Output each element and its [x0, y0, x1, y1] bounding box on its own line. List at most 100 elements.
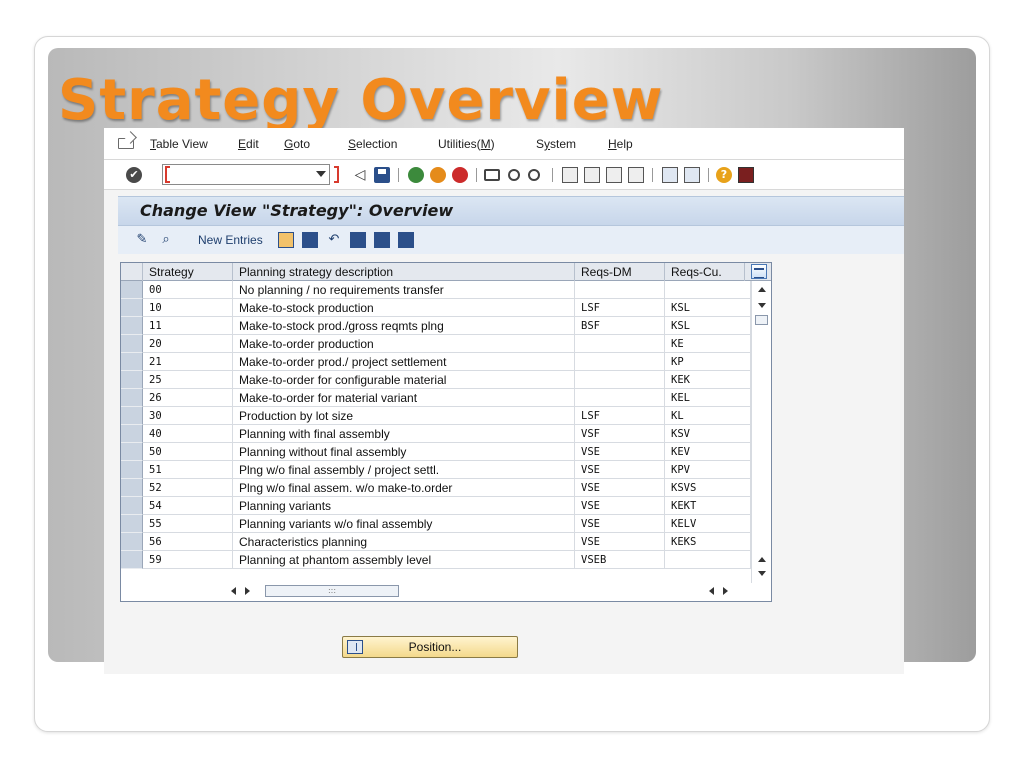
select-block-icon[interactable] — [374, 232, 390, 248]
row-selector[interactable] — [121, 533, 143, 551]
menu-selection[interactable]: Selection — [348, 137, 397, 151]
menu-edit[interactable]: Edit — [238, 137, 259, 151]
position-button[interactable]: Position... — [342, 636, 518, 658]
table-row[interactable]: 20 Make-to-order production KE — [121, 335, 751, 353]
table-row[interactable]: 26 Make-to-order for material variant KEL — [121, 389, 751, 407]
chevron-down-icon[interactable] — [316, 171, 326, 177]
cell-description: Make-to-stock prod./gross reqmts plng — [233, 317, 575, 335]
cell-reqs-cu: KSL — [665, 317, 751, 335]
row-selector[interactable] — [121, 407, 143, 425]
row-selector[interactable] — [121, 497, 143, 515]
scroll-up-icon[interactable] — [758, 557, 766, 562]
table-row[interactable]: 11 Make-to-stock prod./gross reqmts plng B… — [121, 317, 751, 335]
cell-reqs-dm — [575, 353, 665, 371]
table-row[interactable]: 30 Production by lot size LSF KL — [121, 407, 751, 425]
row-selector[interactable] — [121, 551, 143, 569]
table-row[interactable]: 25 Make-to-order for configurable materia… — [121, 371, 751, 389]
edit-toggle-icon[interactable]: ✎ — [134, 232, 150, 248]
horizontal-scrollbar[interactable]: ::: — [231, 584, 431, 598]
scroll-right-icon[interactable] — [723, 587, 728, 595]
cell-reqs-dm: VSE — [575, 443, 665, 461]
table-row[interactable]: 50 Planning without final assembly VSE KEV — [121, 443, 751, 461]
table-row[interactable]: 51 Plng w/o final assembly / project sett… — [121, 461, 751, 479]
delete-icon[interactable] — [302, 232, 318, 248]
save-icon[interactable] — [374, 167, 390, 183]
table-row[interactable]: 56 Characteristics planning VSE KEKS — [121, 533, 751, 551]
print-icon[interactable] — [484, 169, 500, 181]
cell-reqs-cu: KSV — [665, 425, 751, 443]
table-settings-icon[interactable] — [751, 264, 767, 279]
first-page-icon[interactable] — [562, 167, 578, 183]
help-icon[interactable]: ? — [716, 167, 732, 183]
exit-icon[interactable] — [430, 167, 446, 183]
column-header-strategy[interactable]: Strategy — [143, 263, 233, 281]
scroll-right-icon[interactable] — [245, 587, 250, 595]
copy-as-icon[interactable] — [278, 232, 294, 248]
select-all-header[interactable] — [121, 263, 143, 281]
find-next-icon[interactable] — [528, 169, 540, 181]
row-selector[interactable] — [121, 335, 143, 353]
select-all-icon[interactable] — [350, 232, 366, 248]
new-entries-button[interactable]: New Entries — [198, 233, 263, 247]
row-selector[interactable] — [121, 317, 143, 335]
horizontal-scrollbar-right[interactable] — [709, 584, 749, 598]
scroll-left-icon[interactable] — [231, 587, 236, 595]
undo-change-icon[interactable]: ↶ — [326, 232, 342, 248]
vertical-scrollbar[interactable] — [751, 281, 771, 583]
menu-bar: Table View Edit Goto Selection Utilities… — [104, 128, 904, 160]
table-row[interactable]: 55 Planning variants w/o final assembly VS… — [121, 515, 751, 533]
row-selector[interactable] — [121, 461, 143, 479]
table-row[interactable]: 52 Plng w/o final assem. w/o make-to.orde… — [121, 479, 751, 497]
scroll-left-icon[interactable] — [709, 587, 714, 595]
cell-reqs-cu: KEL — [665, 389, 751, 407]
row-selector[interactable] — [121, 371, 143, 389]
row-selector[interactable] — [121, 479, 143, 497]
menu-goto[interactable]: Goto — [284, 137, 310, 151]
table-row[interactable]: 40 Planning with final assembly VSF KSV — [121, 425, 751, 443]
scroll-thumb[interactable] — [755, 315, 768, 325]
menu-icon[interactable] — [118, 138, 134, 149]
row-selector[interactable] — [121, 353, 143, 371]
previous-page-icon[interactable] — [584, 167, 600, 183]
horizontal-scroll-thumb[interactable]: ::: — [265, 585, 399, 597]
new-session-icon[interactable] — [662, 167, 678, 183]
row-selector[interactable] — [121, 389, 143, 407]
scroll-down-icon[interactable] — [758, 571, 766, 576]
cell-strategy: 54 — [143, 497, 233, 515]
table-row[interactable]: 10 Make-to-stock production LSF KSL — [121, 299, 751, 317]
cell-description: Planning without final assembly — [233, 443, 575, 461]
menu-utilities[interactable]: Utilities(M) — [438, 137, 495, 151]
cell-strategy: 56 — [143, 533, 233, 551]
last-page-icon[interactable] — [628, 167, 644, 183]
cancel-icon[interactable] — [452, 167, 468, 183]
row-selector[interactable] — [121, 299, 143, 317]
slide-title: Strategy Overview — [58, 68, 664, 133]
menu-table-view[interactable]: Table View — [150, 137, 208, 151]
back-icon[interactable] — [408, 167, 424, 183]
table-row[interactable]: 54 Planning variants VSE KEKT — [121, 497, 751, 515]
scroll-up-icon[interactable] — [758, 287, 766, 292]
table-row[interactable]: 00 No planning / no requirements transfer — [121, 281, 751, 299]
column-header-reqs-cu[interactable]: Reqs-Cu. — [665, 263, 745, 281]
menu-system[interactable]: System — [536, 137, 576, 151]
column-header-reqs-dm[interactable]: Reqs-DM — [575, 263, 665, 281]
table-row[interactable]: 21 Make-to-order prod./ project settlemen… — [121, 353, 751, 371]
collapse-left-icon[interactable]: ◁ — [352, 167, 368, 183]
row-selector[interactable] — [121, 443, 143, 461]
row-selector[interactable] — [121, 281, 143, 299]
command-field[interactable] — [162, 164, 339, 185]
find-icon[interactable] — [508, 169, 520, 181]
checkmark-icon[interactable]: ✔ — [126, 167, 142, 183]
cell-description: Planning variants w/o final assembly — [233, 515, 575, 533]
deselect-all-icon[interactable] — [398, 232, 414, 248]
row-selector[interactable] — [121, 515, 143, 533]
scroll-down-icon[interactable] — [758, 303, 766, 308]
next-page-icon[interactable] — [606, 167, 622, 183]
column-header-description[interactable]: Planning strategy description — [233, 263, 575, 281]
layout-menu-icon[interactable] — [738, 167, 754, 183]
details-icon[interactable]: ⌕ — [158, 232, 174, 248]
table-row[interactable]: 59 Planning at phantom assembly level VSEB — [121, 551, 751, 569]
shortcut-icon[interactable] — [684, 167, 700, 183]
menu-help[interactable]: Help — [608, 137, 633, 151]
row-selector[interactable] — [121, 425, 143, 443]
